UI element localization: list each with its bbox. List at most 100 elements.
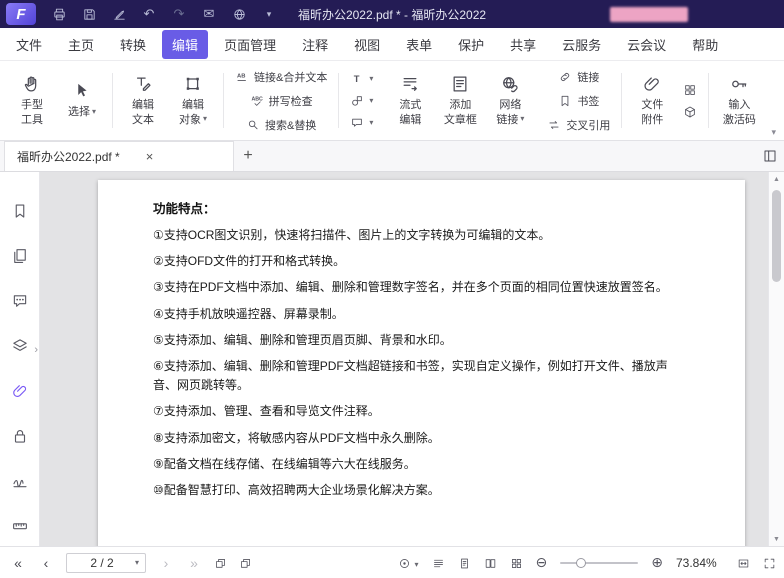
file-attachment-button[interactable]: 文件 附件 — [629, 72, 675, 129]
sidebar-layers-button[interactable] — [8, 337, 32, 355]
new-tab-button[interactable]: + — [234, 141, 262, 171]
sidebar-comments-button[interactable] — [8, 292, 32, 310]
search-replace-button[interactable]: 搜索&替换 — [242, 115, 320, 135]
quick-sign-button[interactable] — [110, 6, 128, 22]
spell-check-button[interactable]: 拼写检查 — [246, 91, 317, 111]
scrollbar-track[interactable] — [769, 186, 784, 532]
sidebar-bookmarks-button[interactable] — [8, 202, 32, 220]
tab-convert[interactable]: 转换 — [110, 30, 156, 59]
search-icon — [246, 118, 260, 132]
edit-object-button[interactable]: 编辑 对象 ▾ — [170, 72, 216, 129]
reading-mode-button[interactable]: ▾ — [398, 555, 419, 570]
multimedia-button[interactable] — [679, 103, 701, 121]
tab-help[interactable]: 帮助 — [682, 30, 728, 59]
page-layout-button[interactable] — [762, 147, 778, 164]
add-shapes-button[interactable]: ▾ — [346, 92, 377, 110]
flow-edit-button[interactable]: 流式 编辑 — [387, 72, 433, 129]
article-box-icon — [450, 74, 470, 94]
link-icon — [558, 70, 572, 84]
panel-expand-chevron[interactable]: › — [34, 344, 38, 356]
last-page-button[interactable]: » — [186, 555, 202, 571]
bookmark-button[interactable]: 书签 — [554, 91, 603, 111]
print-button[interactable] — [50, 6, 68, 22]
redo-button[interactable]: ↷ — [170, 6, 188, 22]
tab-cloud-service[interactable]: 云服务 — [552, 30, 611, 59]
tab-cloud-meeting[interactable]: 云会议 — [617, 30, 676, 59]
scroll-up-icon[interactable]: ▲ — [773, 172, 780, 186]
add-article-box-button[interactable]: 添加 文章框 — [437, 72, 483, 129]
cross-reference-icon — [547, 118, 561, 132]
continuous-view-button[interactable] — [432, 555, 445, 570]
zoom-in-button[interactable]: ⊕ — [651, 554, 663, 571]
tab-view[interactable]: 视图 — [344, 30, 390, 59]
ribbon-tab-bar: 文件 主页 转换 编辑 页面管理 注释 视图 表单 保护 共享 云服务 云会议 … — [0, 28, 784, 61]
chevron-down-icon: ▾ — [203, 114, 207, 124]
vertical-scrollbar[interactable]: ▲ ▼ — [768, 172, 784, 546]
mail-button[interactable]: ✉ — [200, 6, 218, 22]
facing-view-button[interactable] — [484, 555, 497, 570]
next-page-button[interactable]: › — [158, 555, 174, 571]
document-canvas[interactable]: 功能特点： ①支持OCR图文识别，快速将扫描件、图片上的文字转换为可编辑的文本。… — [40, 172, 768, 546]
tab-comment[interactable]: 注释 — [292, 30, 338, 59]
save-button[interactable] — [80, 6, 98, 22]
pdf-page[interactable]: 功能特点： ①支持OCR图文识别，快速将扫描件、图片上的文字转换为可编辑的文本。… — [98, 180, 745, 546]
tab-edit[interactable]: 编辑 — [162, 30, 208, 59]
grid-view-button[interactable] — [510, 555, 523, 570]
add-text-tool-button[interactable]: ▾ — [346, 70, 377, 88]
select-tool-button[interactable]: 选择 ▾ — [59, 79, 105, 121]
doc-line: ③支持在PDF文档中添加、编辑、删除和管理数字签名，并在多个页面的相同位置快速放… — [153, 278, 690, 297]
page-indicator[interactable]: 2 / 2 ▾ — [66, 553, 146, 573]
tab-protect[interactable]: 保护 — [448, 30, 494, 59]
sidebar-security-button[interactable] — [8, 427, 32, 445]
add-callout-button[interactable]: ▾ — [346, 114, 377, 132]
chevron-down-icon: ▾ — [415, 560, 419, 569]
tab-file[interactable]: 文件 — [6, 30, 52, 59]
single-page-button[interactable] — [458, 555, 471, 570]
main-area: › 功能特点： ①支持OCR图文识别，快速将扫描件、图片上的文字转换为可编辑的文… — [0, 172, 784, 546]
link-text-icon — [235, 70, 249, 84]
prev-page-button[interactable]: ‹ — [38, 555, 54, 571]
edit-text-button[interactable]: 编辑 文本 — [120, 72, 166, 129]
scrollbar-thumb[interactable] — [772, 190, 781, 282]
tab-page-management[interactable]: 页面管理 — [214, 30, 286, 59]
zoom-slider-track[interactable] — [560, 562, 638, 564]
key-icon — [729, 74, 749, 94]
sidebar-signatures-button[interactable] — [8, 472, 32, 490]
zoom-percent[interactable]: 73.84% — [676, 556, 724, 570]
first-page-button[interactable]: « — [10, 555, 26, 571]
web-link-button[interactable]: 网络 链接 ▾ — [487, 72, 533, 129]
pages-icon — [11, 247, 29, 265]
sidebar-measure-button[interactable] — [8, 517, 32, 535]
link-button[interactable]: 链接 — [554, 67, 603, 87]
zoom-slider[interactable] — [560, 557, 638, 569]
prev-view-button[interactable] — [214, 555, 227, 570]
zoom-out-button[interactable]: ⊖ — [536, 554, 548, 571]
next-view-button[interactable] — [239, 555, 252, 570]
foxit-logo[interactable]: F — [6, 3, 36, 25]
document-tab-title: 福昕办公2022.pdf * — [17, 148, 120, 165]
link-merge-text-button[interactable]: 链接&合并文本 — [231, 67, 331, 87]
cloud-button[interactable] — [230, 6, 248, 22]
tab-share[interactable]: 共享 — [500, 30, 546, 59]
close-tab-icon[interactable]: × — [146, 149, 154, 164]
layers-icon — [11, 337, 29, 355]
fullscreen-button[interactable] — [763, 555, 776, 570]
document-tab[interactable]: 福昕办公2022.pdf * × — [4, 141, 234, 171]
web-link-icon — [500, 74, 520, 94]
sidebar-attachments-button[interactable] — [8, 382, 32, 400]
scroll-down-icon[interactable]: ▼ — [773, 532, 780, 546]
flow-edit-icon — [400, 74, 420, 94]
collapse-ribbon-button[interactable]: ▾ — [771, 127, 776, 138]
zoom-slider-thumb[interactable] — [576, 558, 586, 568]
activation-code-button[interactable]: 输入 激活码 — [716, 72, 762, 129]
hand-tool-button[interactable]: 手型 工具 — [9, 72, 55, 129]
customize-qat-caret[interactable]: ▾ — [260, 9, 278, 20]
tab-form[interactable]: 表单 — [396, 30, 442, 59]
sidebar-pages-button[interactable] — [8, 247, 32, 265]
cross-reference-button[interactable]: 交叉引用 — [543, 115, 614, 135]
account-name-redacted[interactable] — [610, 7, 688, 22]
image-annotation-button[interactable] — [679, 81, 701, 99]
fit-width-button[interactable] — [737, 555, 750, 570]
tab-home[interactable]: 主页 — [58, 30, 104, 59]
undo-button[interactable]: ↶ — [140, 6, 158, 22]
